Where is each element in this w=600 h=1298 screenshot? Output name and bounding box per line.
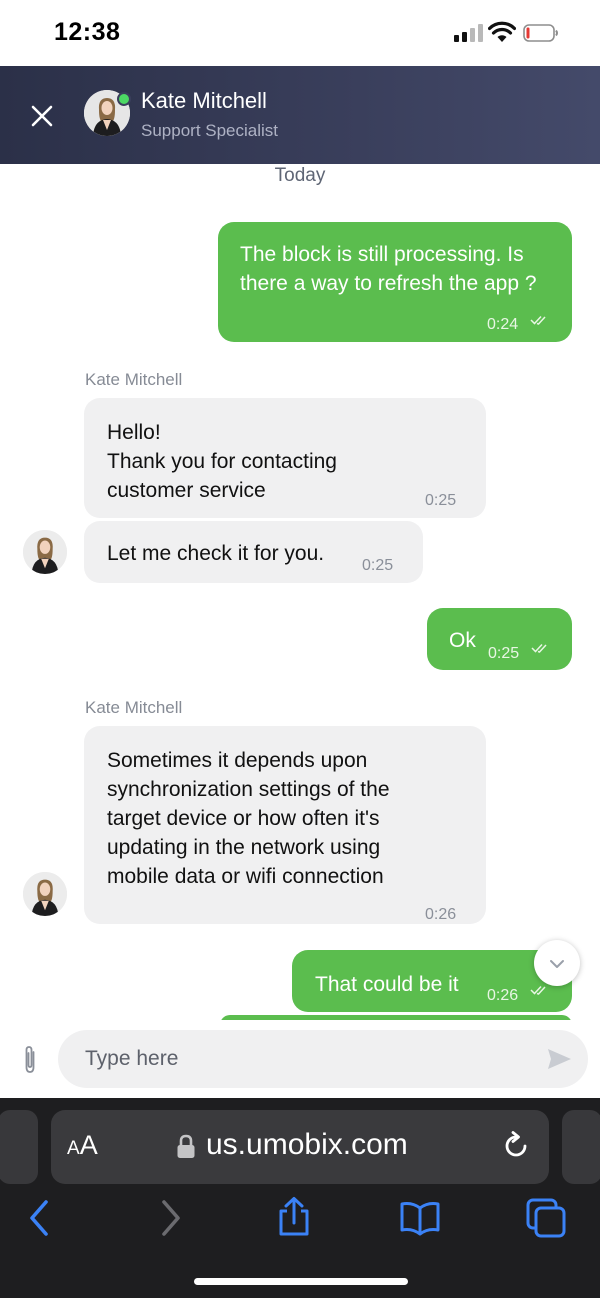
next-tab-preview[interactable] <box>562 1110 600 1184</box>
read-receipt-icon <box>530 315 546 325</box>
message-time: 0:25 <box>362 557 394 574</box>
date-separator: Today <box>274 165 326 186</box>
aa-small-letter: A <box>67 1138 80 1159</box>
send-icon[interactable] <box>546 1046 572 1072</box>
outgoing-message[interactable]: Ok 0:25 <box>427 608 572 670</box>
wifi-icon <box>488 21 516 42</box>
previous-tab-preview[interactable] <box>0 1110 38 1184</box>
chevron-down-icon <box>550 960 564 968</box>
message-text: The block is still processing. Is there … <box>240 243 537 295</box>
lock-icon <box>177 1134 195 1158</box>
paperclip-icon[interactable] <box>18 1044 42 1076</box>
agent-avatar-small <box>23 872 67 916</box>
sender-name: Kate Mitchell <box>85 370 183 389</box>
message-time: 0:24 <box>487 316 519 333</box>
message-text: Hello! Thank you for contacting customer… <box>107 421 337 502</box>
back-icon[interactable] <box>20 1198 60 1238</box>
url-text[interactable]: us.umobix.com <box>206 1128 408 1162</box>
sender-name: Kate Mitchell <box>85 698 183 717</box>
outgoing-message[interactable]: The block is still processing. Is there … <box>218 222 572 342</box>
status-time: 12:38 <box>54 18 121 46</box>
message-input[interactable] <box>58 1030 588 1088</box>
close-icon[interactable] <box>28 102 56 130</box>
message-time: 0:26 <box>487 987 519 1004</box>
outgoing-message[interactable]: That could be it 0:26 <box>292 950 572 1012</box>
share-icon[interactable] <box>274 1196 314 1236</box>
aa-large-letter: A <box>79 1130 98 1160</box>
agent-name: Kate Mitchell <box>141 88 267 113</box>
battery-icon <box>523 24 558 42</box>
message-time: 0:25 <box>488 645 520 662</box>
message-text: Sometimes it depends upon synchronizatio… <box>107 749 390 888</box>
online-status-indicator <box>117 92 131 106</box>
incoming-message[interactable]: Let me check it for you. 0:25 <box>84 521 423 583</box>
scroll-to-bottom-button[interactable] <box>534 940 580 986</box>
forward-icon[interactable] <box>150 1198 190 1238</box>
cellular-signal-icon <box>454 24 484 42</box>
message-time: 0:26 <box>425 906 457 923</box>
message-time: 0:25 <box>425 492 457 509</box>
incoming-message[interactable]: Hello! Thank you for contacting customer… <box>84 398 486 518</box>
bookmarks-icon[interactable] <box>400 1198 440 1238</box>
agent-role: Support Specialist <box>141 121 279 140</box>
agent-avatar-small <box>23 530 67 574</box>
incoming-message[interactable]: Sometimes it depends upon synchronizatio… <box>84 726 486 924</box>
read-receipt-icon <box>531 643 547 653</box>
reader-options-button[interactable]: AA <box>67 1130 98 1161</box>
home-indicator <box>194 1278 408 1285</box>
reload-icon[interactable] <box>500 1130 532 1162</box>
tabs-icon[interactable] <box>526 1198 566 1238</box>
